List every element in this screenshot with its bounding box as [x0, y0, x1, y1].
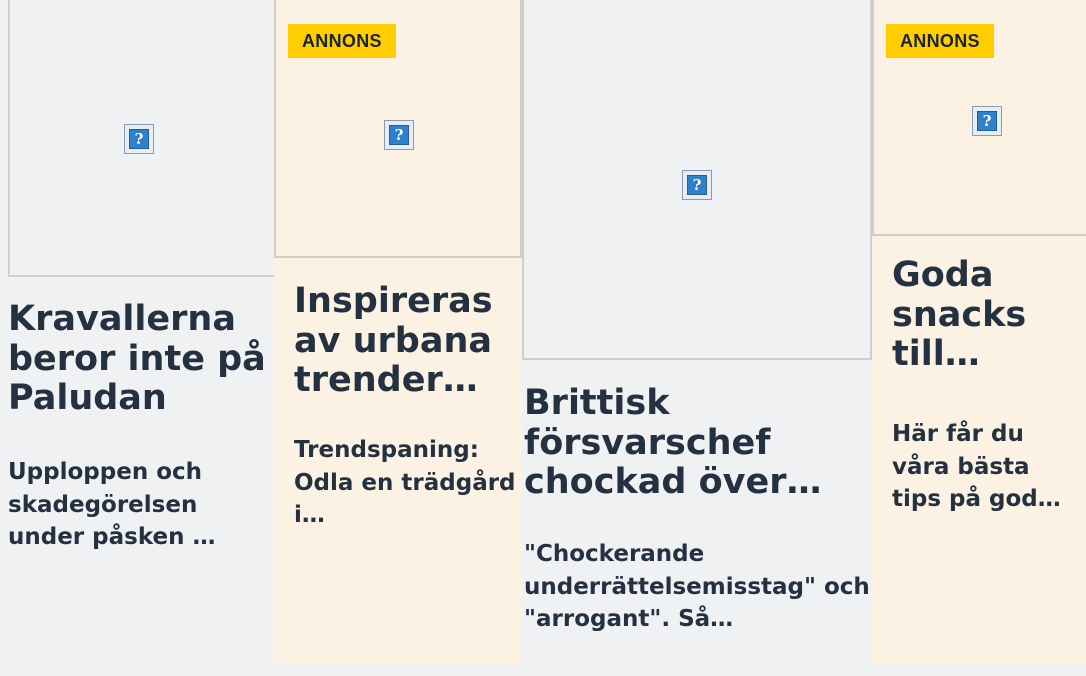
broken-image-icon: ?	[972, 106, 1002, 136]
card-title[interactable]: Inspireras av urbana trender…	[294, 281, 514, 401]
ad-badge: ANNONS	[886, 24, 994, 58]
news-card-2[interactable]: ? Brittisk försvarschef chockad över… "C…	[522, 0, 872, 676]
card-title[interactable]: Brittisk försvarschef chockad över…	[524, 383, 864, 503]
ad-card-2[interactable]: ANNONS ? Goda snacks till… Här får du vå…	[872, 0, 1086, 664]
ad-card-1[interactable]: ANNONS ? Inspireras av urbana trender… T…	[274, 0, 522, 664]
card-title[interactable]: Goda snacks till…	[892, 255, 1072, 375]
card-description: Här får du våra bästa tips på god…	[892, 421, 1061, 513]
broken-image-icon: ?	[124, 124, 154, 154]
card-image[interactable]: ANNONS ?	[872, 0, 1086, 236]
broken-image-icon: ?	[682, 170, 712, 200]
card-description: Upploppen och skadegörelsen under påsken…	[8, 459, 216, 551]
card-image[interactable]: ANNONS ?	[274, 0, 522, 258]
card-image[interactable]: ?	[522, 0, 872, 360]
card-image[interactable]: ?	[8, 0, 276, 277]
card-title[interactable]: Kravallerna beror inte på Paludan	[8, 299, 272, 419]
broken-image-icon: ?	[384, 120, 414, 150]
card-description: Trendspaning: Odla en trädgård i…	[294, 437, 516, 529]
card-description: "Chockerande underrättelsemisstag" och "…	[524, 541, 870, 633]
ad-badge: ANNONS	[288, 24, 396, 58]
news-card-1[interactable]: ? Kravallerna beror inte på Paludan Uppl…	[0, 0, 276, 676]
